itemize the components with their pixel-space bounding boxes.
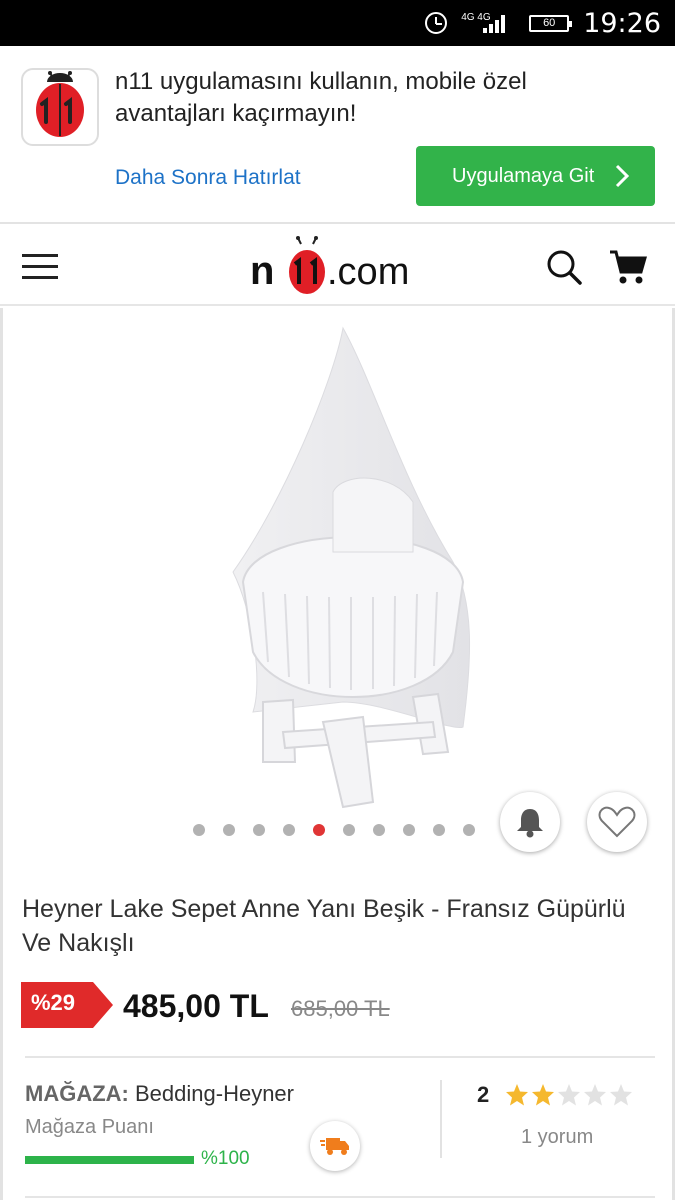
chevron-right-icon <box>615 164 630 188</box>
status-bar: 4G 4G 60 19:26 <box>0 0 675 46</box>
price-alert-button[interactable] <box>500 792 560 852</box>
product-image[interactable] <box>223 322 483 822</box>
store-label: MAĞAZA: <box>25 1081 129 1106</box>
star-icon <box>558 1084 580 1106</box>
store-name[interactable]: Bedding-Heyner <box>135 1081 294 1106</box>
clock: 19:26 <box>583 7 661 39</box>
svg-text:n: n <box>250 249 274 293</box>
store-info[interactable]: MAĞAZA: Bedding-Heyner <box>25 1081 294 1107</box>
product-title: Heyner Lake Sepet Anne Yanı Beşik - Fran… <box>22 895 626 957</box>
favorite-button[interactable] <box>587 792 647 852</box>
review-count-link[interactable]: 1 yorum <box>521 1126 593 1149</box>
gallery-dot[interactable] <box>253 824 265 836</box>
gallery-dot[interactable] <box>283 824 295 836</box>
hamburger-menu-icon[interactable] <box>22 254 58 280</box>
store-score-percent: %100 <box>201 1148 250 1169</box>
rating-value: 2 <box>477 1082 490 1107</box>
cart-icon[interactable] <box>608 248 648 286</box>
divider <box>25 1196 655 1198</box>
truck-icon <box>320 1138 349 1155</box>
battery-icon: 60 <box>529 14 573 32</box>
star-icon <box>532 1084 554 1106</box>
gallery-dot[interactable] <box>223 824 235 836</box>
gallery-dot[interactable] <box>313 824 325 836</box>
remind-later-link[interactable]: Daha Sonra Hatırlat <box>115 166 301 190</box>
bell-icon <box>517 809 543 838</box>
go-to-app-button[interactable]: Uygulamaya Git <box>416 146 655 206</box>
image-gallery-dots[interactable] <box>193 824 475 836</box>
gallery-dot[interactable] <box>463 824 475 836</box>
star-icon <box>506 1084 528 1106</box>
banner-message: n11 uygulamasını kullanın, mobile özel a… <box>115 68 527 127</box>
app-install-banner: n11 uygulamasını kullanın, mobile özel a… <box>0 46 675 224</box>
gallery-dot[interactable] <box>343 824 355 836</box>
vertical-divider <box>440 1080 442 1158</box>
n11-logo[interactable]: n .com <box>250 232 430 298</box>
store-score-label: Mağaza Puanı <box>25 1116 154 1138</box>
fast-delivery-badge[interactable] <box>310 1121 360 1171</box>
star-icon <box>610 1084 632 1106</box>
n11-app-icon <box>21 68 99 146</box>
gallery-dot[interactable] <box>403 824 415 836</box>
site-header: n .com <box>0 226 675 306</box>
gallery-dot[interactable] <box>433 824 445 836</box>
gallery-dot[interactable] <box>193 824 205 836</box>
go-to-app-label: Uygulamaya Git <box>452 164 595 187</box>
star-icon <box>584 1084 606 1106</box>
discount-badge: %29 <box>21 982 113 1028</box>
svg-text:.com: .com <box>327 251 409 293</box>
old-price: 685,00 TL <box>291 996 390 1021</box>
heart-icon <box>598 806 636 838</box>
product-detail: Heyner Lake Sepet Anne Yanı Beşik - Fran… <box>0 308 675 1200</box>
search-icon[interactable] <box>545 248 583 286</box>
store-score-bar <box>25 1156 194 1164</box>
signal-icon: 4G 4G <box>461 11 515 35</box>
alarm-icon <box>425 12 448 34</box>
current-price: 485,00 TL <box>123 988 269 1024</box>
rating-stars[interactable] <box>505 1083 633 1107</box>
gallery-dot[interactable] <box>373 824 385 836</box>
divider <box>25 1056 655 1058</box>
